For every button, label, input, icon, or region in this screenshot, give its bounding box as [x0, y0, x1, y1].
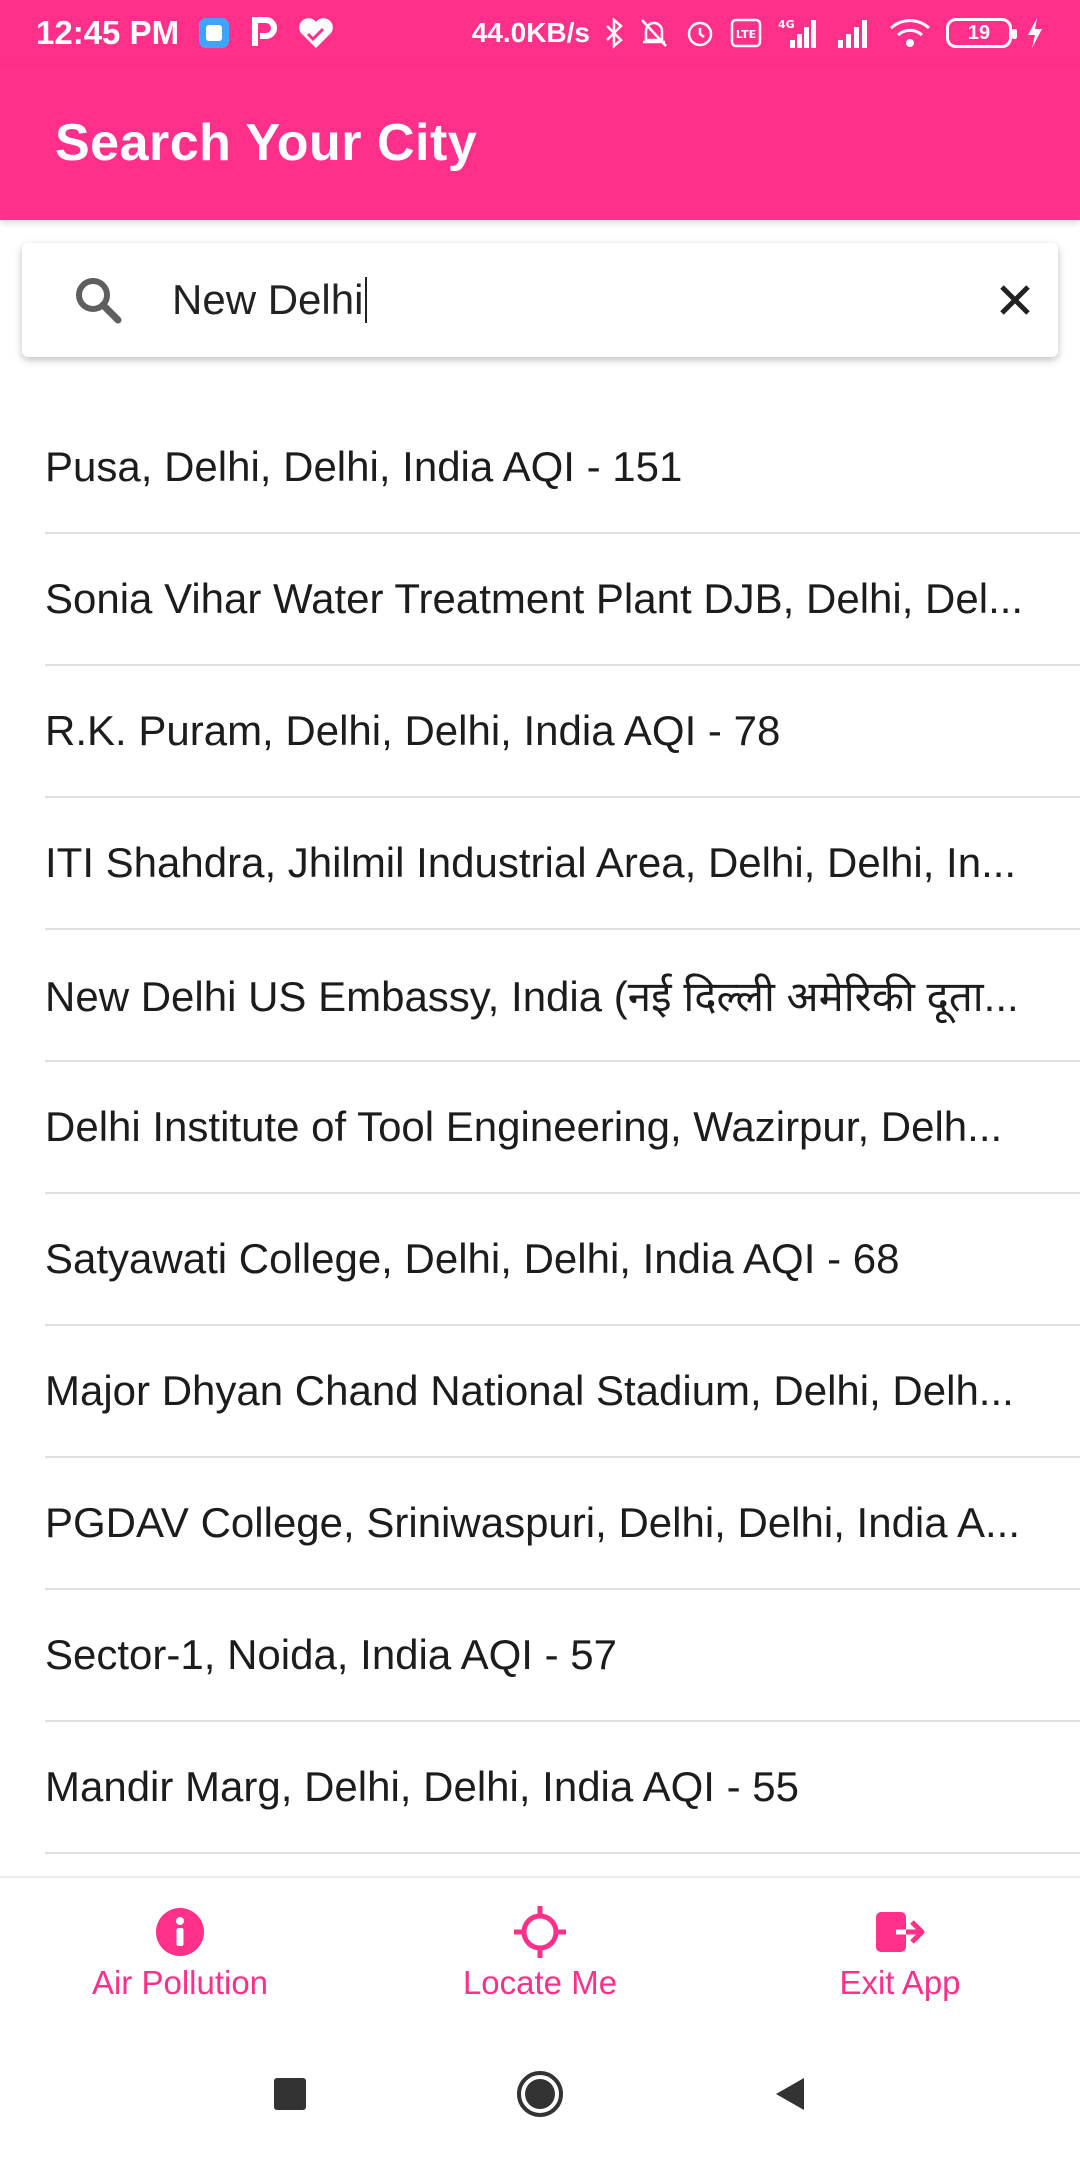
- list-item-label: Pusa, Delhi, Delhi, India AQI - 151: [45, 443, 683, 490]
- nav-label-air-pollution: Air Pollution: [91, 1964, 269, 2001]
- status-bar: 12:45 PM 44.0KB/s LTE 4G 19: [0, 0, 1080, 66]
- nav-label-locate-me: Locate Me: [462, 1964, 618, 2001]
- list-item-label: New Delhi US Embassy, India (नई दिल्ली अ…: [45, 972, 1019, 1020]
- list-item[interactable]: Satyawati College, Delhi, Delhi, India A…: [45, 1194, 1080, 1326]
- system-nav-bar: [0, 2028, 1080, 2160]
- bluetooth-icon: [604, 16, 624, 50]
- list-item-label: Sonia Vihar Water Treatment Plant DJB, D…: [45, 575, 1024, 622]
- network-speed: 44.0KB/s: [471, 17, 590, 48]
- signal-icon: [834, 16, 874, 50]
- page-title: Search Your City: [55, 114, 478, 172]
- search-input[interactable]: New Delhi: [172, 265, 952, 335]
- search-icon: [70, 272, 126, 328]
- app-notification-icon: [197, 16, 231, 50]
- list-item-label: R.K. Puram, Delhi, Delhi, India AQI - 78: [45, 707, 781, 754]
- back-icon[interactable]: [760, 2064, 820, 2124]
- status-left: 12:45 PM: [36, 14, 335, 52]
- wifi-icon: [888, 16, 932, 50]
- signal-4g-icon: 4G: [776, 16, 820, 50]
- status-time: 12:45 PM: [36, 14, 180, 51]
- list-item[interactable]: Pusa, Delhi, Delhi, India AQI - 151: [45, 402, 1080, 534]
- info-icon: [152, 1904, 208, 1960]
- list-item-label: Sector-1, Noida, India AQI - 57: [45, 1631, 617, 1678]
- heart-notification-icon: [297, 16, 335, 50]
- locate-icon: [512, 1904, 568, 1960]
- list-item[interactable]: ITI Shahdra, Jhilmil Industrial Area, De…: [45, 798, 1080, 930]
- list-item-label: Mandir Marg, Delhi, Delhi, India AQI - 5…: [45, 1763, 799, 1810]
- paytm-notification-icon: [249, 16, 279, 50]
- svg-text:LTE: LTE: [736, 28, 756, 41]
- text-caret: [365, 277, 368, 323]
- charging-icon: [1026, 16, 1044, 50]
- list-item-label: Delhi Institute of Tool Engineering, Waz…: [45, 1103, 1003, 1150]
- list-item-label: Major Dhyan Chand National Stadium, Delh…: [45, 1367, 1014, 1414]
- mute-bell-icon: [638, 16, 670, 50]
- nav-air-pollution[interactable]: Air Pollution: [0, 1878, 360, 2028]
- svg-text:4G: 4G: [778, 18, 795, 31]
- status-right: 44.0KB/s LTE 4G 19: [472, 16, 1044, 50]
- list-item-label: PGDAV College, Sriniwaspuri, Delhi, Delh…: [45, 1499, 1020, 1546]
- list-item[interactable]: PGDAV College, Sriniwaspuri, Delhi, Delh…: [45, 1458, 1080, 1590]
- search-bar[interactable]: New Delhi: [22, 243, 1058, 357]
- list-item[interactable]: Mandir Marg, Delhi, Delhi, India AQI - 5…: [45, 1722, 1080, 1854]
- list-item[interactable]: R.K. Puram, Delhi, Delhi, India AQI - 78: [45, 666, 1080, 798]
- list-item-label: ITI Shahdra, Jhilmil Industrial Area, De…: [45, 839, 1017, 886]
- volte-icon: LTE: [730, 18, 762, 48]
- nav-label-exit-app: Exit App: [839, 1964, 961, 2001]
- nav-exit-app[interactable]: Exit App: [720, 1878, 1080, 2028]
- list-item-label: Satyawati College, Delhi, Delhi, India A…: [45, 1235, 900, 1282]
- clear-search-icon[interactable]: [988, 273, 1042, 327]
- exit-icon: [872, 1904, 928, 1960]
- list-item[interactable]: Major Dhyan Chand National Stadium, Delh…: [45, 1326, 1080, 1458]
- screen: 12:45 PM 44.0KB/s LTE 4G 19 Search Your …: [0, 0, 1080, 2160]
- list-item[interactable]: Sonia Vihar Water Treatment Plant DJB, D…: [45, 534, 1080, 666]
- list-item[interactable]: New Delhi US Embassy, India (नई दिल्ली अ…: [45, 930, 1080, 1062]
- battery-level: 19: [967, 21, 991, 44]
- alarm-icon: [684, 16, 716, 50]
- results-list: Pusa, Delhi, Delhi, India AQI - 151 Soni…: [0, 402, 1080, 1854]
- home-icon[interactable]: [510, 2064, 570, 2124]
- search-input-value: New Delhi: [172, 276, 364, 323]
- nav-locate-me[interactable]: Locate Me: [360, 1878, 720, 2028]
- list-item[interactable]: Delhi Institute of Tool Engineering, Waz…: [45, 1062, 1080, 1194]
- list-item[interactable]: Sector-1, Noida, India AQI - 57: [45, 1590, 1080, 1722]
- app-bar: Search Your City: [0, 66, 1080, 220]
- battery-indicator: 19: [946, 18, 1017, 48]
- recents-icon[interactable]: [260, 2064, 320, 2124]
- bottom-nav: Air Pollution Locate Me Exit App: [0, 1876, 1080, 2028]
